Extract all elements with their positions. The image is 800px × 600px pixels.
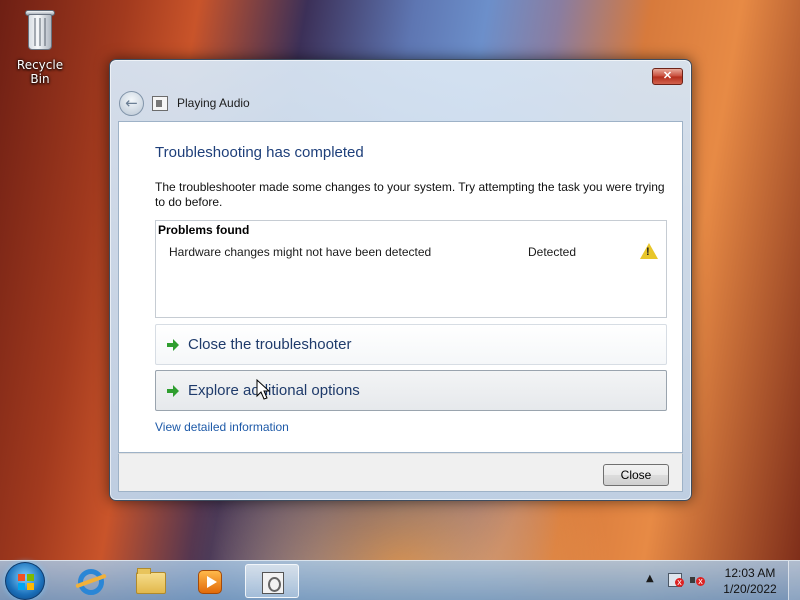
explore-options-label: Explore additional options bbox=[188, 382, 360, 399]
folder-icon bbox=[136, 568, 166, 594]
back-button[interactable]: ← bbox=[119, 91, 144, 116]
taskbar-windows-explorer[interactable] bbox=[124, 564, 178, 598]
green-arrow-icon bbox=[167, 339, 179, 351]
navigation-bar: ← Playing Audio bbox=[119, 91, 679, 117]
problem-status: Detected bbox=[528, 245, 577, 259]
window-footer: Close bbox=[118, 453, 683, 492]
explore-options-command[interactable]: Explore additional options bbox=[155, 370, 667, 411]
warning-icon bbox=[640, 243, 658, 259]
volume-muted-icon[interactable] bbox=[690, 573, 705, 587]
problems-header: Problems found bbox=[158, 223, 250, 237]
page-description: The troubleshooter made some changes to … bbox=[155, 180, 665, 209]
taskbar: ▲ 12:03 AM 1/20/2022 bbox=[0, 560, 800, 600]
close-button[interactable]: Close bbox=[603, 464, 669, 486]
network-icon[interactable] bbox=[668, 573, 684, 587]
troubleshooter-window: ✕ ← Playing Audio Troubleshooting has co… bbox=[109, 59, 692, 501]
clock-time: 12:03 AM bbox=[724, 566, 776, 580]
taskbar-internet-explorer[interactable] bbox=[63, 564, 117, 598]
clock-date: 1/20/2022 bbox=[723, 582, 777, 596]
recycle-bin[interactable]: Recycle Bin bbox=[6, 6, 74, 86]
clock[interactable]: 12:03 AM 1/20/2022 bbox=[712, 565, 788, 597]
troubleshooter-title-icon bbox=[152, 96, 168, 111]
internet-explorer-icon bbox=[78, 569, 104, 595]
close-troubleshooter-label: Close the troubleshooter bbox=[188, 336, 352, 353]
green-arrow-icon bbox=[167, 385, 179, 397]
taskbar-media-player[interactable] bbox=[183, 564, 237, 598]
window-close-button[interactable]: ✕ bbox=[652, 68, 683, 85]
start-button[interactable] bbox=[5, 562, 45, 600]
media-player-icon bbox=[198, 570, 222, 594]
close-troubleshooter-command[interactable]: Close the troubleshooter bbox=[155, 324, 667, 365]
show-desktop-button[interactable] bbox=[788, 561, 800, 600]
recycle-bin-icon bbox=[20, 6, 60, 52]
content-pane: Troubleshooting has completed The troubl… bbox=[118, 121, 683, 453]
problems-found-panel: Problems found Hardware changes might no… bbox=[155, 220, 667, 318]
view-detailed-information-link[interactable]: View detailed information bbox=[155, 420, 289, 434]
troubleshooter-icon bbox=[262, 572, 284, 594]
mouse-cursor-icon bbox=[256, 379, 270, 400]
system-tray: ▲ 12:03 AM 1/20/2022 bbox=[642, 561, 800, 600]
window-title: Playing Audio bbox=[177, 96, 250, 110]
problem-text: Hardware changes might not have been det… bbox=[169, 245, 432, 259]
page-heading: Troubleshooting has completed bbox=[155, 144, 364, 161]
taskbar-troubleshooter[interactable] bbox=[245, 564, 299, 598]
show-hidden-icons-button[interactable]: ▲ bbox=[646, 573, 654, 584]
recycle-bin-label: Recycle Bin bbox=[16, 58, 64, 86]
